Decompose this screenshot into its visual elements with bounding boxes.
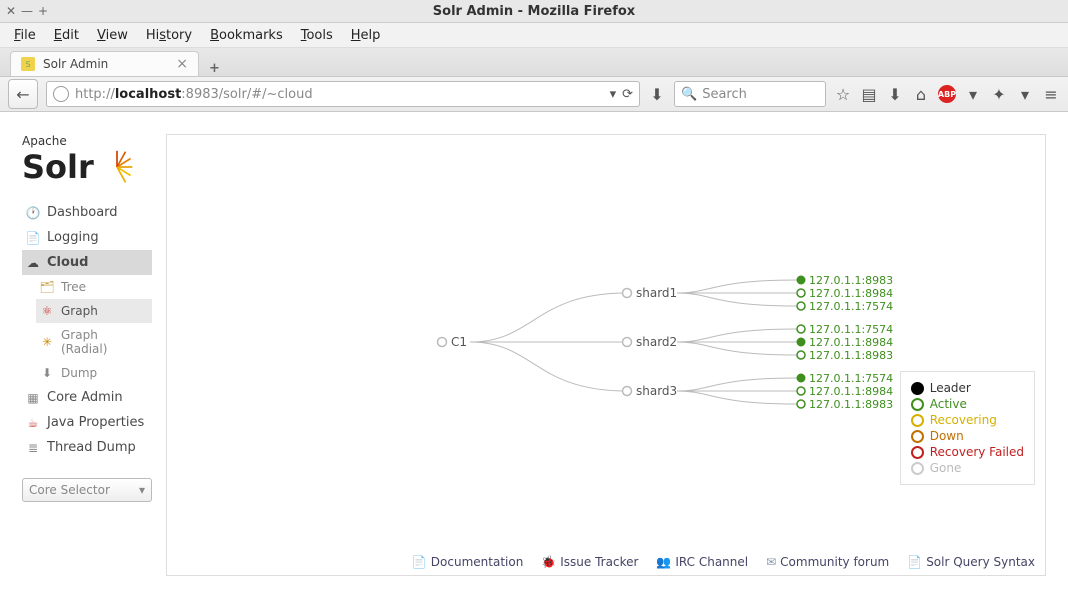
legend-item: Active <box>911 396 1024 412</box>
home-button[interactable]: ⌂ <box>912 85 930 103</box>
graph-icon: ⚛ <box>40 304 54 318</box>
tab-title: Solr Admin <box>43 57 108 71</box>
chevron-down-icon: ▾ <box>139 483 145 497</box>
java-icon: ☕ <box>26 416 40 430</box>
menu-help[interactable]: Help <box>343 26 389 45</box>
sidebar: Apache Solr 🕐Dashboard 📄Logging ☁Cloud <box>22 134 152 576</box>
footer-link-icon: ✉ <box>766 555 776 569</box>
solr-logo: Apache Solr <box>22 134 152 186</box>
svg-text:C1: C1 <box>451 335 467 349</box>
globe-icon <box>53 86 69 102</box>
tree-icon: 🗂 <box>40 280 54 294</box>
url-scheme: http:// <box>75 87 115 102</box>
menu-view[interactable]: View <box>89 26 136 45</box>
svg-text:127.0.1.1:8984: 127.0.1.1:8984 <box>809 287 893 300</box>
logo-solr: Solr <box>22 148 94 186</box>
main-panel: C1shard1127.0.1.1:8983127.0.1.1:8984127.… <box>166 134 1046 576</box>
legend-item: Down <box>911 428 1024 444</box>
url-host: localhost <box>115 87 181 102</box>
svg-text:shard2: shard2 <box>636 335 677 349</box>
menu-history[interactable]: History <box>138 26 200 45</box>
footer-link[interactable]: ✉Community forum <box>766 555 889 569</box>
navbar: ← http:// localhost :8983/solr/#/~cloud … <box>0 77 1068 112</box>
cloud-graph: C1shard1127.0.1.1:8983127.0.1.1:8984127.… <box>167 135 1045 575</box>
svg-text:127.0.1.1:8983: 127.0.1.1:8983 <box>809 349 893 362</box>
dump-icon: ⬇ <box>40 366 54 380</box>
graph-radial-icon: ✳ <box>40 335 54 349</box>
search-box[interactable]: 🔍 Search <box>674 81 826 107</box>
core-admin-icon: ▦ <box>26 391 40 405</box>
cloud-icon: ☁ <box>26 256 40 270</box>
dashboard-icon: 🕐 <box>26 206 40 220</box>
bookmark-star-button[interactable]: ☆ <box>834 85 852 103</box>
browser-tab[interactable]: S Solr Admin × <box>10 51 199 76</box>
new-tab-button[interactable]: + <box>209 61 220 76</box>
svg-text:127.0.1.1:8984: 127.0.1.1:8984 <box>809 336 893 349</box>
legend-item: Recovery Failed <box>911 444 1024 460</box>
downloads-button[interactable]: ⬇ <box>886 85 904 103</box>
menu-file[interactable]: FFileile <box>6 26 44 45</box>
sidebar-item-graph[interactable]: ⚛Graph <box>36 299 152 323</box>
legend-item: Gone <box>911 460 1024 476</box>
menu-bookmarks[interactable]: Bookmarks <box>202 26 291 45</box>
svg-text:shard3: shard3 <box>636 384 677 398</box>
favicon-icon: S <box>21 57 35 71</box>
thread-icon: ≣ <box>26 441 40 455</box>
footer-link-icon: 📄 <box>907 555 922 569</box>
search-placeholder: Search <box>702 87 747 102</box>
tab-close-button[interactable]: × <box>176 56 188 72</box>
sun-icon <box>100 150 134 184</box>
sidebar-item-dump[interactable]: ⬇Dump <box>36 361 152 385</box>
menu-tools[interactable]: Tools <box>293 26 341 45</box>
sidebar-item-thread-dump[interactable]: ≣Thread Dump <box>22 435 152 460</box>
footer-link-icon: 🐞 <box>541 555 556 569</box>
sidebar-item-logging[interactable]: 📄Logging <box>22 225 152 250</box>
svg-text:127.0.1.1:8983: 127.0.1.1:8983 <box>809 274 893 287</box>
footer-link-icon: 📄 <box>412 555 427 569</box>
legend: LeaderActiveRecoveringDownRecovery Faile… <box>900 371 1035 485</box>
search-icon: 🔍 <box>681 87 697 102</box>
sidebar-item-cloud[interactable]: ☁Cloud <box>22 250 152 275</box>
url-history-dropdown[interactable]: ▾ <box>610 87 617 102</box>
logging-icon: 📄 <box>26 231 40 245</box>
reload-button[interactable]: ⟳ <box>622 87 633 102</box>
window-titlebar: ✕ — + Solr Admin - Mozilla Firefox <box>0 0 1068 23</box>
extension-icon[interactable]: ✦ <box>990 85 1008 103</box>
sidebar-item-dashboard[interactable]: 🕐Dashboard <box>22 200 152 225</box>
down-arrow-icon[interactable]: ⬇ <box>648 85 666 103</box>
footer-link-icon: 👥 <box>656 555 671 569</box>
url-rest: :8983/solr/#/~cloud <box>181 87 312 102</box>
footer-link[interactable]: 📄Solr Query Syntax <box>907 555 1035 569</box>
hamburger-menu-button[interactable]: ≡ <box>1042 85 1060 103</box>
svg-text:shard1: shard1 <box>636 286 677 300</box>
back-button[interactable]: ← <box>8 79 38 109</box>
addon-dropdown[interactable]: ▾ <box>964 85 982 103</box>
sidebar-item-core-admin[interactable]: ▦Core Admin <box>22 385 152 410</box>
library-button[interactable]: ▤ <box>860 85 878 103</box>
svg-text:127.0.1.1:7574: 127.0.1.1:7574 <box>809 372 893 385</box>
footer-links: 📄Documentation 🐞Issue Tracker 👥IRC Channel… <box>412 555 1035 569</box>
footer-link[interactable]: 👥IRC Channel <box>656 555 748 569</box>
extension-dropdown[interactable]: ▾ <box>1016 85 1034 103</box>
svg-text:127.0.1.1:8983: 127.0.1.1:8983 <box>809 398 893 411</box>
url-bar[interactable]: http:// localhost :8983/solr/#/~cloud ▾ ⟳ <box>46 81 640 107</box>
core-selector[interactable]: Core Selector ▾ <box>22 478 152 502</box>
abp-icon[interactable]: ABP <box>938 85 956 103</box>
footer-link[interactable]: 🐞Issue Tracker <box>541 555 638 569</box>
sidebar-item-tree[interactable]: 🗂Tree <box>36 275 152 299</box>
svg-text:127.0.1.1:7574: 127.0.1.1:7574 <box>809 323 893 336</box>
logo-apache: Apache <box>22 134 152 148</box>
window-title: Solr Admin - Mozilla Firefox <box>0 4 1068 19</box>
svg-text:127.0.1.1:7574: 127.0.1.1:7574 <box>809 300 893 313</box>
svg-text:127.0.1.1:8984: 127.0.1.1:8984 <box>809 385 893 398</box>
legend-item: Leader <box>911 380 1024 396</box>
menu-edit[interactable]: Edit <box>46 26 87 45</box>
footer-link[interactable]: 📄Documentation <box>412 555 523 569</box>
sidebar-item-graph-radial[interactable]: ✳Graph (Radial) <box>36 323 152 361</box>
tab-strip: S Solr Admin × + <box>0 48 1068 77</box>
menubar: FFileile Edit View History Bookmarks Too… <box>0 23 1068 48</box>
legend-item: Recovering <box>911 412 1024 428</box>
sidebar-item-java-properties[interactable]: ☕Java Properties <box>22 410 152 435</box>
